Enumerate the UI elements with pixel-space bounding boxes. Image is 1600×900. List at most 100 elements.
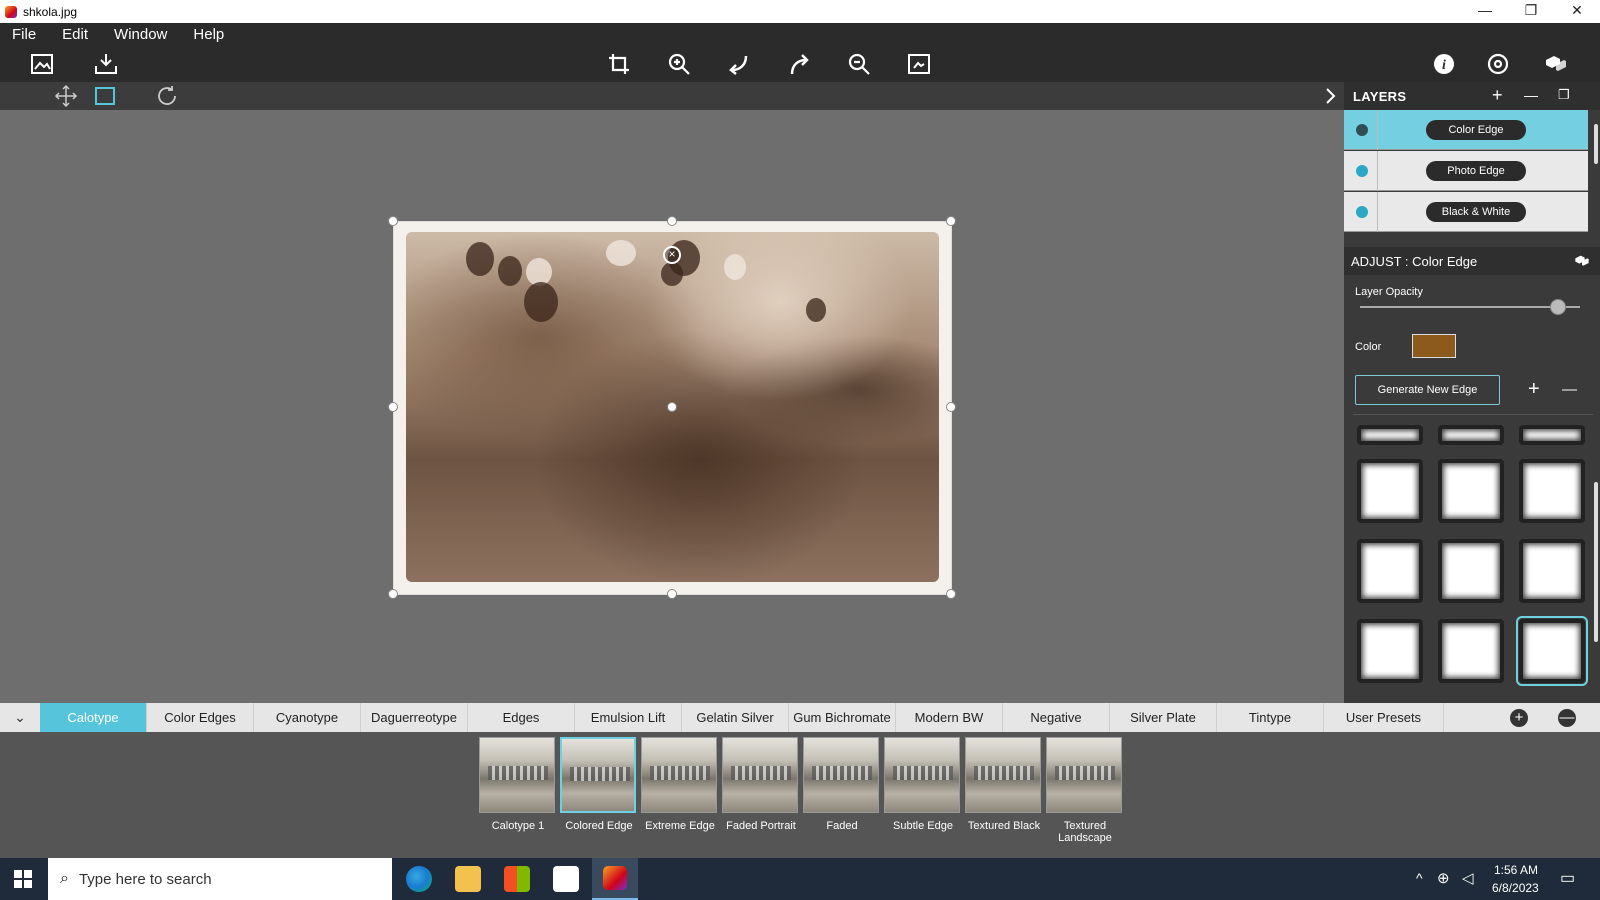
- close-button[interactable]: ✕: [1554, 0, 1600, 23]
- preset-item[interactable]: Textured Landscape: [1046, 737, 1124, 844]
- edge-thumbnail[interactable]: [1516, 616, 1588, 686]
- menu-file[interactable]: File: [12, 26, 36, 43]
- add-preset-button[interactable]: +: [1510, 709, 1528, 727]
- clock-time[interactable]: 1:56 AM: [1494, 863, 1538, 877]
- preset-label: Faded Portrait: [726, 820, 796, 832]
- volume-icon[interactable]: ◁: [1462, 869, 1474, 887]
- maximize-button[interactable]: ❐: [1508, 0, 1554, 23]
- edge-thumbnail[interactable]: [1357, 459, 1423, 523]
- settings-icon[interactable]: [1484, 50, 1512, 78]
- tab-edges[interactable]: Edges: [468, 703, 575, 732]
- preset-item[interactable]: Calotype 1: [479, 737, 557, 832]
- tab-emulsion-lift[interactable]: Emulsion Lift: [575, 703, 682, 732]
- edge-thumbnail[interactable]: [1519, 425, 1585, 445]
- resize-handle-left[interactable]: [388, 402, 398, 412]
- resize-handle-bottom-left[interactable]: [388, 589, 398, 599]
- mail-icon[interactable]: [553, 866, 579, 892]
- visibility-dot-icon[interactable]: [1356, 206, 1368, 218]
- edge-grid-scrollbar[interactable]: [1594, 482, 1598, 642]
- edge-thumbnail[interactable]: [1357, 425, 1423, 445]
- center-handle[interactable]: [667, 402, 677, 412]
- windows-start-icon[interactable]: [14, 870, 32, 888]
- preset-item[interactable]: Faded: [803, 737, 881, 832]
- layer-row[interactable]: Color Edge: [1344, 110, 1588, 150]
- adjust-presets-icon[interactable]: [1574, 253, 1590, 269]
- resize-handle-right[interactable]: [946, 402, 956, 412]
- menu-window[interactable]: Window: [114, 26, 167, 43]
- preset-item[interactable]: Faded Portrait: [722, 737, 800, 832]
- zoom-in-icon[interactable]: [665, 50, 693, 78]
- collapse-panel-icon[interactable]: [1316, 82, 1344, 110]
- tab-tintype[interactable]: Tintype: [1217, 703, 1324, 732]
- visibility-dot-icon[interactable]: [1356, 124, 1368, 136]
- tab-user-presets[interactable]: User Presets: [1324, 703, 1444, 732]
- resize-handle-top-right[interactable]: [946, 216, 956, 226]
- preset-item[interactable]: Textured Black: [965, 737, 1043, 832]
- rotate-icon[interactable]: [153, 82, 181, 110]
- crop-icon[interactable]: [605, 50, 633, 78]
- remove-layer-button[interactable]: —: [1524, 86, 1538, 104]
- opacity-slider[interactable]: [1360, 299, 1580, 315]
- tab-calotype[interactable]: Calotype: [40, 703, 147, 732]
- menu-help[interactable]: Help: [193, 26, 224, 43]
- generate-new-edge-button[interactable]: Generate New Edge: [1355, 375, 1500, 405]
- minimize-button[interactable]: —: [1462, 0, 1508, 23]
- resize-handle-bottom-right[interactable]: [946, 589, 956, 599]
- tab-silver-plate[interactable]: Silver Plate: [1110, 703, 1217, 732]
- preset-item[interactable]: Colored Edge: [560, 737, 638, 832]
- tab-daguerreotype[interactable]: Daguerreotype: [361, 703, 468, 732]
- move-tool-icon[interactable]: [52, 82, 80, 110]
- tab-gelatin-silver[interactable]: Gelatin Silver: [682, 703, 789, 732]
- duplicate-layer-icon[interactable]: ❐: [1558, 86, 1570, 104]
- taskbar-search[interactable]: ⌕ Type here to search: [48, 858, 392, 900]
- undo-icon[interactable]: [725, 50, 753, 78]
- redo-icon[interactable]: [785, 50, 813, 78]
- edge-thumbnail[interactable]: [1438, 459, 1504, 523]
- add-layer-button[interactable]: +: [1492, 86, 1503, 104]
- open-image-icon[interactable]: [28, 50, 56, 78]
- tab-cyanotype[interactable]: Cyanotype: [254, 703, 361, 732]
- tab-negative[interactable]: Negative: [1003, 703, 1110, 732]
- layer-row[interactable]: Photo Edge: [1344, 151, 1588, 191]
- tab-modern-bw[interactable]: Modern BW: [896, 703, 1003, 732]
- file-explorer-icon[interactable]: [455, 866, 481, 892]
- layers-scrollbar[interactable]: [1594, 124, 1598, 164]
- preset-item[interactable]: Subtle Edge: [884, 737, 962, 832]
- color-swatch[interactable]: [1412, 334, 1456, 358]
- select-tool-icon[interactable]: [91, 82, 119, 110]
- opacity-slider-knob[interactable]: [1550, 299, 1566, 315]
- resize-handle-top[interactable]: [667, 216, 677, 226]
- menu-edit[interactable]: Edit: [62, 26, 88, 43]
- remove-edge-button[interactable]: —: [1562, 381, 1577, 398]
- info-icon[interactable]: i: [1430, 50, 1458, 78]
- taskbar-app-active[interactable]: [592, 858, 638, 900]
- save-icon[interactable]: [92, 50, 120, 78]
- chevron-down-icon[interactable]: ⌄: [0, 709, 40, 726]
- notifications-icon[interactable]: ▭: [1560, 868, 1575, 888]
- resize-handle-bottom[interactable]: [667, 589, 677, 599]
- zoom-out-icon[interactable]: [845, 50, 873, 78]
- presets-icon[interactable]: [1542, 50, 1570, 78]
- edge-thumbnail[interactable]: [1357, 619, 1423, 683]
- edge-thumbnail[interactable]: [1519, 459, 1585, 523]
- edge-thumbnail[interactable]: [1519, 539, 1585, 603]
- layer-row[interactable]: Black & White: [1344, 192, 1588, 232]
- edge-thumbnail[interactable]: [1357, 539, 1423, 603]
- edge-browser-icon[interactable]: [406, 866, 432, 892]
- preset-item[interactable]: Extreme Edge: [641, 737, 719, 832]
- edge-thumbnail[interactable]: [1438, 619, 1504, 683]
- edge-thumbnail[interactable]: [1438, 425, 1504, 445]
- tab-gum-bichromate[interactable]: Gum Bichromate: [789, 703, 896, 732]
- clock-date[interactable]: 6/8/2023: [1492, 881, 1539, 895]
- network-icon[interactable]: ⊕: [1437, 869, 1450, 887]
- remove-layer-icon[interactable]: ×: [663, 246, 681, 264]
- tab-color-edges[interactable]: Color Edges: [147, 703, 254, 732]
- edge-thumbnail[interactable]: [1438, 539, 1504, 603]
- visibility-dot-icon[interactable]: [1356, 165, 1368, 177]
- fit-image-icon[interactable]: [905, 50, 933, 78]
- remove-preset-button[interactable]: —: [1558, 709, 1576, 727]
- tray-chevron-icon[interactable]: ^: [1416, 870, 1423, 886]
- resize-handle-top-left[interactable]: [388, 216, 398, 226]
- store-icon[interactable]: [504, 866, 530, 892]
- add-edge-button[interactable]: +: [1528, 378, 1540, 401]
